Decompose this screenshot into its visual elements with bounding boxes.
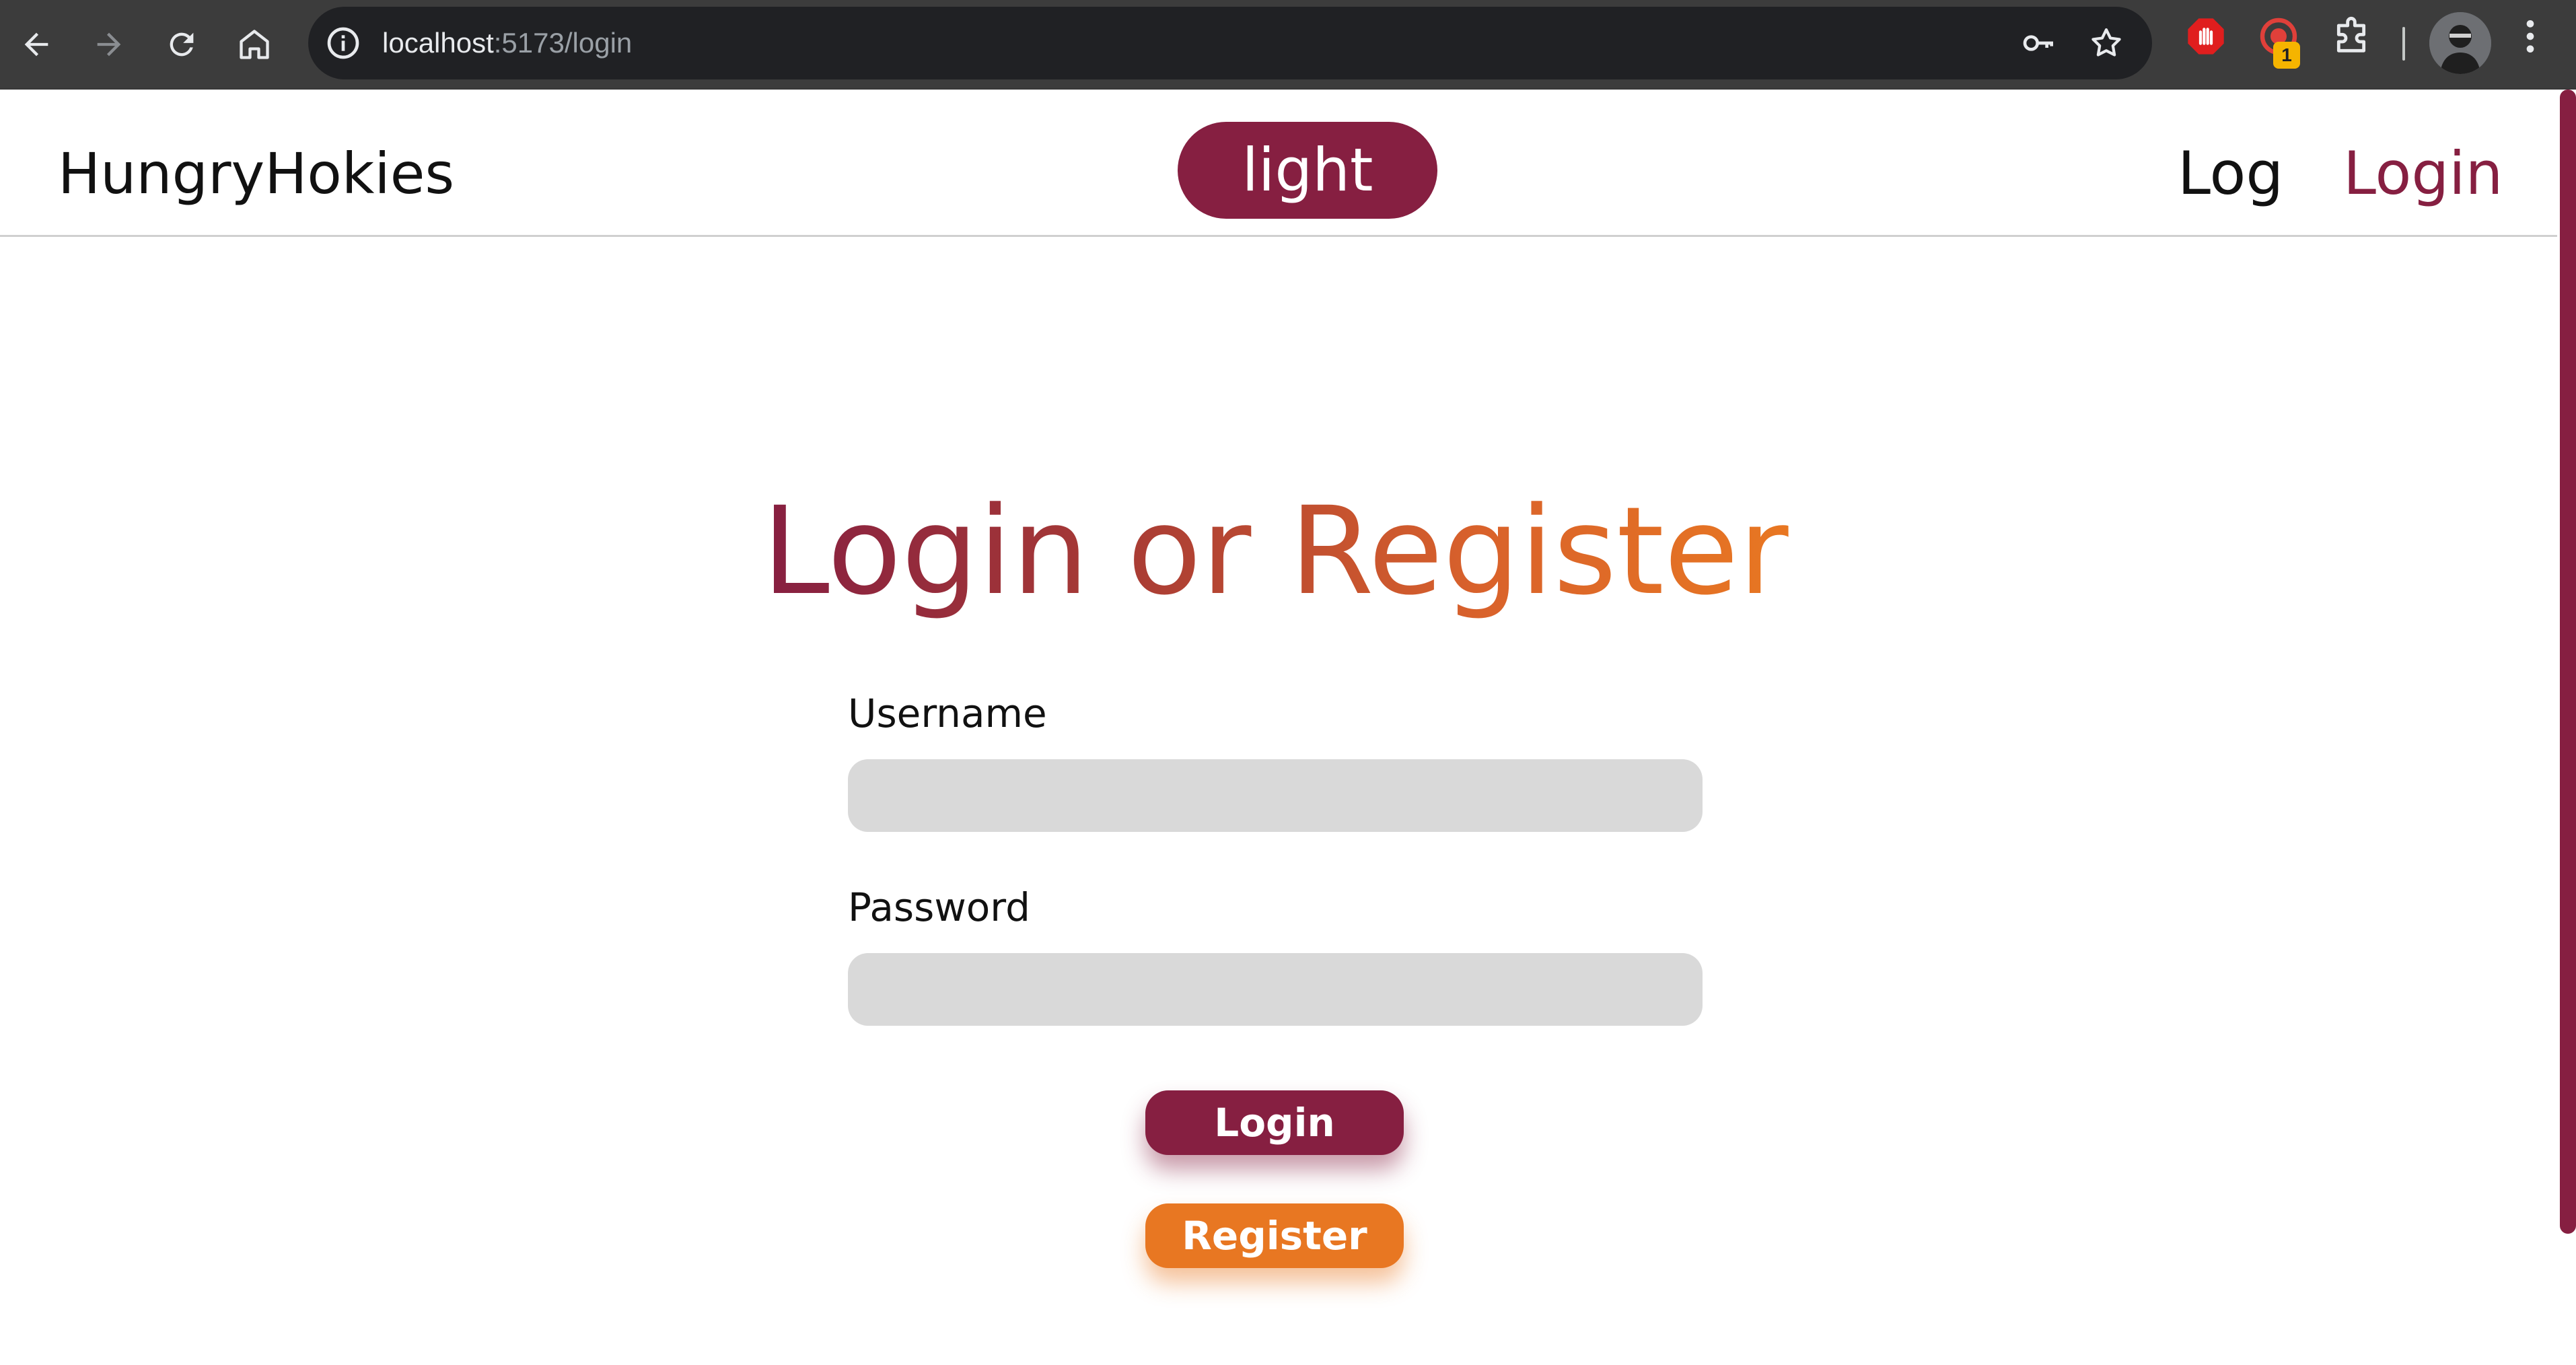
nav-log-link[interactable]: Log [2178,90,2283,235]
profile-picture-icon [2429,12,2491,74]
password-label: Password [848,884,1030,930]
reload-icon [170,32,194,57]
reload-button[interactable] [152,15,211,74]
chrome-menu-icon[interactable] [2509,15,2552,58]
url-path: :5173/login [493,27,633,59]
url-text[interactable]: localhost:5173/login [382,7,632,79]
page-title-text: Login or Register [762,481,1789,622]
site-info-icon[interactable] [324,24,362,62]
toolbar-separator [2402,27,2405,61]
address-bar[interactable]: localhost:5173/login [308,7,2152,79]
site-header: HungryHokies light Log Login [0,90,2557,237]
forward-button[interactable] [79,15,139,74]
page-scrollbar[interactable] [2557,90,2576,1365]
page-title: Login or Register [0,471,2550,633]
extension-badge: 1 [2273,42,2300,69]
back-arrow-icon [24,32,48,57]
adblock-stop-icon[interactable] [2184,15,2227,58]
scrollbar-thumb[interactable] [2560,90,2576,1234]
profile-avatar[interactable] [2429,12,2491,74]
brand-logo[interactable]: HungryHokies [58,90,454,235]
login-button[interactable]: Login [1145,1090,1404,1155]
back-button[interactable] [7,15,66,74]
forward-arrow-icon [97,32,121,57]
url-host: localhost [382,27,494,59]
browser-toolbar: localhost:5173/login 1 [0,0,2576,90]
home-icon [240,30,269,59]
password-input[interactable] [848,953,1703,1026]
nav-login-link[interactable]: Login [2343,90,2503,235]
register-button[interactable]: Register [1145,1203,1404,1268]
password-key-icon[interactable] [2020,24,2058,62]
bookmark-star-icon[interactable] [2087,24,2125,62]
username-input[interactable] [848,759,1703,832]
extensions-puzzle-icon[interactable] [2330,15,2373,58]
home-button[interactable] [225,15,284,74]
username-label: Username [848,691,1047,736]
theme-toggle-button[interactable]: light [1178,122,1437,219]
